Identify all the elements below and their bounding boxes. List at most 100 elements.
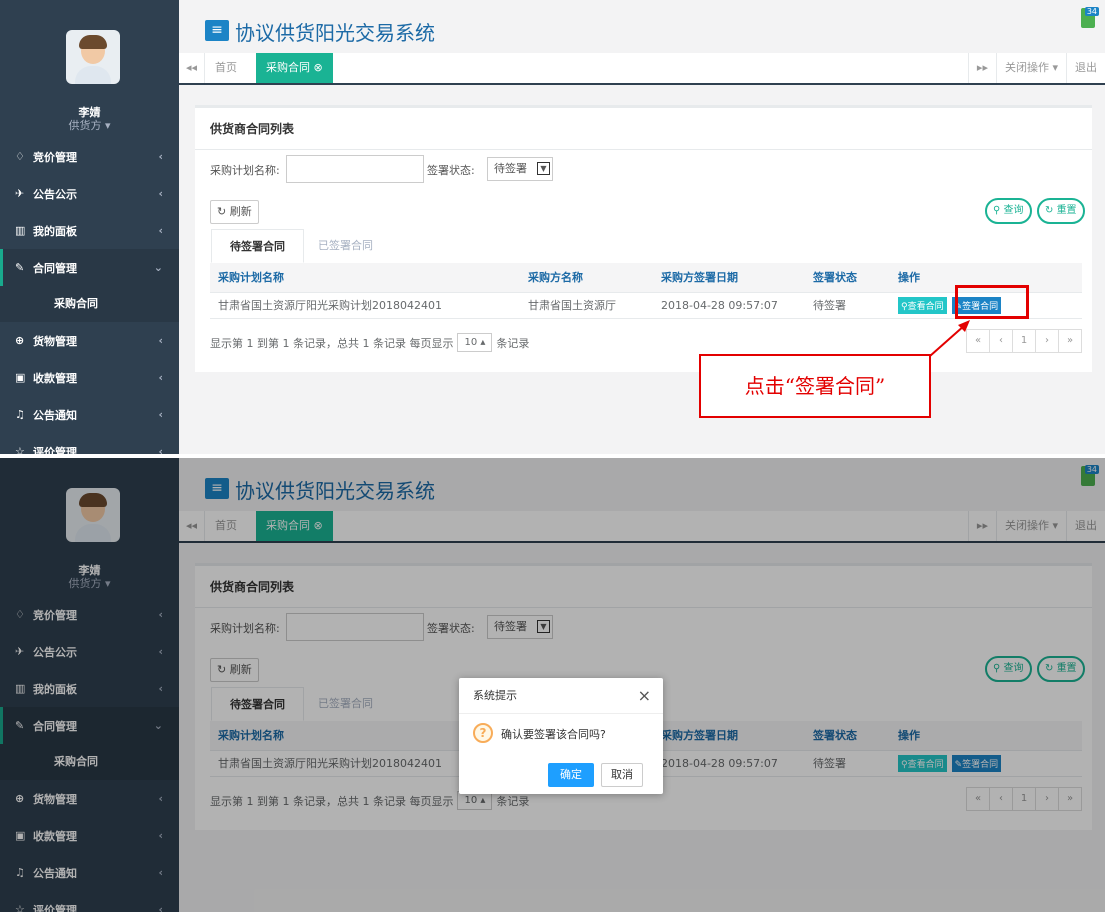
cell-plan-name: 甘肃省国土资源厅阳光采购计划2018042401 (210, 292, 520, 319)
refresh-icon: ↻ (217, 205, 230, 218)
image-icon: ▣ (15, 371, 26, 384)
chevron-left-icon: ‹ (158, 445, 163, 454)
footer-text: 显示第 1 到第 1 条记录，总共 1 条记录 每页显示 (210, 336, 454, 350)
col-sign-date[interactable]: 采购方签署日期 (653, 263, 805, 293)
dialog-title: 系统提示 × (459, 678, 663, 714)
sidebar-item-label: 公告通知 (33, 408, 77, 422)
search-icon: ⚲ (901, 301, 908, 312)
cell-status: 待签署 (805, 292, 890, 319)
tab-purchase-contract[interactable]: 采购合同 ⊗ (256, 53, 333, 83)
status-select[interactable]: 待签署 ▼ (487, 157, 553, 181)
question-icon: ? (473, 723, 493, 743)
col-status[interactable]: 签署状态 (805, 263, 890, 293)
notification-badge: 34 (1084, 7, 1099, 16)
search-icon: ⚲ (993, 205, 1004, 216)
logout-button[interactable]: 退出 (1066, 53, 1105, 83)
sidebar-item-contracts[interactable]: ✎ 合同管理 ⌄ (0, 249, 179, 286)
top-bar: ≡ 协议供货阳光交易系统 34 (179, 0, 1105, 53)
chevron-down-icon: ⌄ (153, 261, 163, 274)
chevron-left-icon: ‹ (158, 334, 163, 347)
sidebar-item-label: 我的面板 (33, 224, 77, 238)
diamond-icon: ♢ (15, 150, 25, 163)
reset-button[interactable]: ↻ 重置 (1037, 198, 1085, 224)
paper-plane-icon: ✈ (15, 187, 25, 200)
screenshot-step-1: 李婧 供货方 ▾ ♢ 竞价管理 ‹ ✈ 公告公示 ‹ ▥ 我的面板 ‹ ✎ 合同管理 ⌄ 采购合… (0, 0, 1105, 454)
view-contract-button[interactable]: ⚲查看合同 (898, 296, 947, 314)
chevron-left-icon: ‹ (158, 224, 163, 237)
cell-buyer-name: 甘肃省国土资源厅 (520, 292, 653, 319)
sidebar: 李婧 供货方 ▾ ♢ 竞价管理 ‹ ✈ 公告公示 ‹ ▥ 我的面板 ‹ ✎ 合同管理 ⌄ 采购合… (0, 0, 179, 454)
notification-icon[interactable]: 34 (1081, 7, 1099, 28)
contract-table: 采购计划名称 采购方名称 采购方签署日期 签署状态 操作 甘肃省国土资源厅阳光采… (210, 263, 1082, 319)
prev-page-button[interactable]: ‹ (989, 329, 1013, 353)
sidebar-item-payments[interactable]: ▣ 收款管理 ‹ (0, 359, 179, 396)
footer-text-end: 条记录 (496, 336, 530, 350)
col-plan-name[interactable]: 采购计划名称 (210, 263, 520, 293)
confirm-dialog: 系统提示 × ? 确认要签署该合同吗? 确定 取消 (459, 678, 663, 794)
screenshot-step-2: 李婧 供货方 ▾ ♢ 竞价管理 ‹ ✈ 公告公示 ‹ ▥ 我的面板 ‹ ✎ 合同管理 ⌄ 采购合… (0, 458, 1105, 912)
panel-title: 供货商合同列表 (195, 108, 1092, 150)
col-buyer-name[interactable]: 采购方名称 (520, 263, 653, 293)
plan-name-input[interactable] (286, 155, 424, 183)
tabs-bar: ◂◂ 首页 采购合同 ⊗ ▸▸ 关闭操作 ▾ 退出 (179, 53, 1105, 85)
chevron-down-icon: ▼ (537, 162, 550, 175)
contract-list-panel: 供货商合同列表 采购计划名称: 签署状态: 待签署 ▼ ↻ 刷新 ⚲ 查询 ↻ 重… (195, 105, 1092, 372)
pagination: « ‹ 1 › » (966, 329, 1082, 353)
first-page-button[interactable]: « (966, 329, 990, 353)
highlight-box (955, 285, 1029, 319)
page-1-button[interactable]: 1 (1012, 329, 1036, 353)
avatar[interactable] (66, 30, 120, 84)
tab-pending-contracts[interactable]: 待签署合同 (211, 229, 304, 263)
user-role-dropdown[interactable]: 供货方 ▾ (0, 117, 179, 133)
sidebar-item-notices[interactable]: ♫ 公告通知 ‹ (0, 396, 179, 433)
table-footer: 显示第 1 到第 1 条记录，总共 1 条记录 每页显示 10 ▴ 条记录 (210, 333, 529, 352)
scroll-left-icon[interactable]: ◂◂ (179, 53, 205, 83)
table-row: 甘肃省国土资源厅阳光采购计划2018042401 甘肃省国土资源厅 2018-0… (210, 292, 1082, 319)
sidebar-item-label: 合同管理 (33, 261, 77, 275)
reset-icon: ↻ (1045, 205, 1057, 216)
instruction-callout: 点击“签署合同” (699, 354, 931, 418)
tab-home[interactable]: 首页 (215, 53, 237, 83)
app-title: 协议供货阳光交易系统 (235, 21, 435, 45)
sidebar-item-label: 收款管理 (33, 371, 77, 385)
star-icon: ☆ (15, 445, 25, 454)
close-ops-dropdown[interactable]: 关闭操作 ▾ (995, 53, 1066, 83)
sidebar-item-label: 评价管理 (33, 445, 77, 455)
sidebar-item-bidding[interactable]: ♢ 竞价管理 ‹ (0, 138, 179, 175)
sidebar-item-announcements[interactable]: ✈ 公告公示 ‹ (0, 175, 179, 212)
columns-icon: ▥ (15, 224, 26, 237)
sidebar-item-label: 竞价管理 (33, 150, 77, 164)
cancel-button[interactable]: 取消 (601, 763, 643, 787)
search-button[interactable]: ⚲ 查询 (985, 198, 1032, 224)
profile: 李婧 供货方 ▾ (0, 0, 179, 138)
menu-toggle-icon[interactable]: ≡ (205, 20, 229, 41)
confirm-button[interactable]: 确定 (548, 763, 594, 787)
chevron-left-icon: ‹ (158, 408, 163, 421)
view-contract-label: 查看合同 (907, 301, 944, 312)
sidebar-item-goods[interactable]: ⊕ 货物管理 ‹ (0, 322, 179, 359)
status-select-value: 待签署 (494, 162, 527, 175)
bell-icon: ♫ (15, 408, 25, 421)
last-page-button[interactable]: » (1058, 329, 1082, 353)
tab-actions: ▸▸ 关闭操作 ▾ 退出 (967, 53, 1105, 83)
search-label: 查询 (1003, 205, 1024, 216)
sidebar-item-label: 公告公示 (33, 187, 77, 201)
chevron-left-icon: ‹ (158, 150, 163, 163)
sidebar-item-label: 货物管理 (33, 334, 77, 348)
reset-label: 重置 (1056, 205, 1077, 216)
table-header-row: 采购计划名称 采购方名称 采购方签署日期 签署状态 操作 (210, 263, 1082, 293)
scroll-right-icon[interactable]: ▸▸ (967, 53, 996, 83)
close-icon[interactable]: × (638, 678, 651, 714)
chevron-left-icon: ‹ (158, 371, 163, 384)
refresh-button[interactable]: ↻ 刷新 (210, 200, 259, 224)
next-page-button[interactable]: › (1035, 329, 1059, 353)
dialog-message: 确认要签署该合同吗? (501, 728, 606, 741)
page-size-select[interactable]: 10 ▴ (457, 333, 493, 352)
sidebar-item-dashboard[interactable]: ▥ 我的面板 ‹ (0, 212, 179, 249)
sidebar-item-reviews[interactable]: ☆ 评价管理 ‹ (0, 433, 179, 454)
plan-name-label: 采购计划名称: (210, 164, 280, 177)
edit-icon: ✎ (15, 261, 25, 274)
sidebar-subitem-purchase-contract[interactable]: 采购合同 (0, 286, 179, 322)
compass-icon: ⊕ (15, 334, 25, 347)
tab-signed-contracts[interactable]: 已签署合同 (300, 229, 391, 263)
